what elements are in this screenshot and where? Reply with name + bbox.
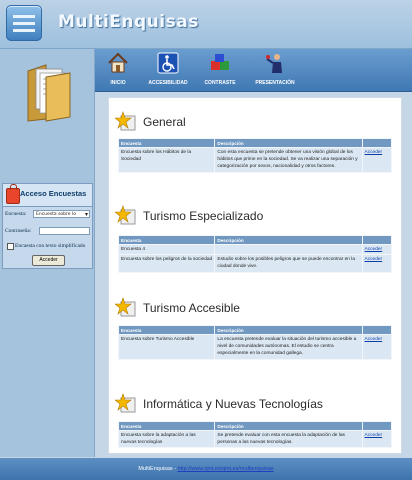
col-action-header xyxy=(361,421,393,431)
section-header: General xyxy=(115,108,395,134)
col-description-header: Descripción xyxy=(214,138,363,148)
col-action-header xyxy=(361,138,393,148)
folder-icon xyxy=(27,64,71,122)
star-folder-icon xyxy=(115,297,136,317)
presenter-icon xyxy=(266,54,282,73)
table-row: Encuesta sobre los peligros de la socied… xyxy=(117,254,393,273)
col-survey-header: Encuesta xyxy=(117,421,216,431)
login-submit-button[interactable]: Acceder xyxy=(32,255,65,266)
survey-description: Se pretende evaluar con esta encuesta la… xyxy=(214,429,363,449)
survey-name: Encuesta sobre Turismo Accesible xyxy=(117,334,216,360)
col-action-header xyxy=(361,325,393,335)
password-label: Contraseña: xyxy=(5,228,32,234)
nav-accesibilidad-label: ACCESIBILIDAD xyxy=(148,80,188,86)
login-title: Acceso Encuestas xyxy=(20,189,87,198)
survey-table: Encuesta Descripción Encuesta sobre Turi… xyxy=(117,325,393,360)
survey-table: Encuesta Descripción Encuesta 4 Acceder … xyxy=(117,235,393,273)
wheelchair-icon xyxy=(157,52,179,74)
nav-presentacion[interactable]: PRESENTACIÓN xyxy=(245,49,305,91)
login-panel: Acceso Encuestas Encuesta: Encuesta sobr… xyxy=(2,183,93,269)
survey-name: Encuesta sobre los peligros de la socied… xyxy=(117,254,216,273)
survey-description: Estudio sobre los posibles peligros que … xyxy=(214,254,363,273)
top-nav: INICIO ACCESIBILIDAD CONTRASTE PRESENTAC… xyxy=(95,49,412,92)
contrast-blocks-icon xyxy=(211,54,229,70)
star-folder-icon xyxy=(115,393,136,413)
acceder-link[interactable]: Acceder xyxy=(361,147,393,173)
survey-description: La encuesta pretende evaluar la situació… xyxy=(214,334,363,360)
app-header: MultiEnquisas xyxy=(0,0,412,49)
survey-table: Encuesta Descripción Encuesta sobre los … xyxy=(117,138,393,173)
nav-contraste[interactable]: CONTRASTE xyxy=(195,49,245,91)
table-row: Encuesta sobre los Hábitos de la Socieda… xyxy=(117,147,393,173)
survey-name: Encuesta sobre los Hábitos de la Socieda… xyxy=(117,147,216,173)
survey-description: Con esta encuesta se pretende obtener un… xyxy=(214,147,363,173)
footer: MultiEnquisas - http://www.qint.es/qint.… xyxy=(0,458,412,480)
col-action-header xyxy=(361,235,393,245)
col-survey-header: Encuesta xyxy=(117,235,216,245)
acceder-link[interactable]: Acceder xyxy=(361,334,393,360)
section-title: Turismo Accesible xyxy=(143,301,240,315)
footer-text: MultiEnquisas - http://www.qint.es/qint.… xyxy=(0,466,412,472)
survey-list: General Encuesta Descripción Encuesta so… xyxy=(108,97,402,454)
app-logo-icon xyxy=(6,5,42,41)
survey-description xyxy=(214,243,363,256)
star-folder-icon xyxy=(115,205,136,225)
acceder-link[interactable]: Acceder xyxy=(361,243,393,256)
footer-link[interactable]: http://www.qint.es/qint.es/multienquisas xyxy=(178,466,274,472)
acceder-link[interactable]: Acceder xyxy=(361,254,393,273)
table-row: Encuesta 4 Acceder xyxy=(117,243,393,256)
survey-table: Encuesta Descripción Encuesta sobre la a… xyxy=(117,421,393,449)
section-header: Turismo Especializado xyxy=(115,202,395,228)
section-title: Informática y Nuevas Tecnologías xyxy=(143,397,323,411)
nav-accesibilidad[interactable]: ACCESIBILIDAD xyxy=(141,49,195,91)
simplified-text-label: Encuesta con texto simplificado xyxy=(15,243,86,249)
nav-inicio[interactable]: INICIO xyxy=(95,49,141,91)
nav-presentacion-label: PRESENTACIÓN xyxy=(255,80,295,86)
login-panel-header: Acceso Encuestas xyxy=(3,184,92,207)
acceder-link[interactable]: Acceder xyxy=(361,429,393,449)
survey-name: Encuesta sobre la adaptación a las nueva… xyxy=(117,429,216,449)
survey-name: Encuesta 4 xyxy=(117,243,216,256)
nav-contraste-label: CONTRASTE xyxy=(204,80,236,86)
col-description-header: Descripción xyxy=(214,325,363,335)
home-icon xyxy=(108,52,128,73)
section-header: Turismo Accesible xyxy=(115,294,395,320)
app-title: MultiEnquisas xyxy=(58,12,199,32)
simplified-text-checkbox[interactable] xyxy=(7,243,14,250)
lock-icon xyxy=(6,184,20,204)
sidebar: Acceso Encuestas Encuesta: Encuesta sobr… xyxy=(0,49,95,457)
col-description-header: Descripción xyxy=(214,235,363,245)
table-row: Encuesta sobre Turismo Accesible La encu… xyxy=(117,334,393,360)
col-survey-header: Encuesta xyxy=(117,138,216,148)
section-title: Turismo Especializado xyxy=(143,209,264,223)
section-title: General xyxy=(143,115,186,129)
password-field[interactable] xyxy=(39,227,90,235)
nav-inicio-label: INICIO xyxy=(110,80,126,86)
table-row: Encuesta sobre la adaptación a las nueva… xyxy=(117,429,393,449)
survey-label: Encuesta: xyxy=(5,211,27,217)
col-description-header: Descripción xyxy=(214,421,363,431)
col-survey-header: Encuesta xyxy=(117,325,216,335)
footer-prefix: MultiEnquisas - xyxy=(138,466,177,472)
survey-select[interactable]: Encuesta sobre l​o xyxy=(33,210,90,219)
section-header: Informática y Nuevas Tecnologías xyxy=(115,390,395,416)
star-folder-icon xyxy=(115,111,136,131)
